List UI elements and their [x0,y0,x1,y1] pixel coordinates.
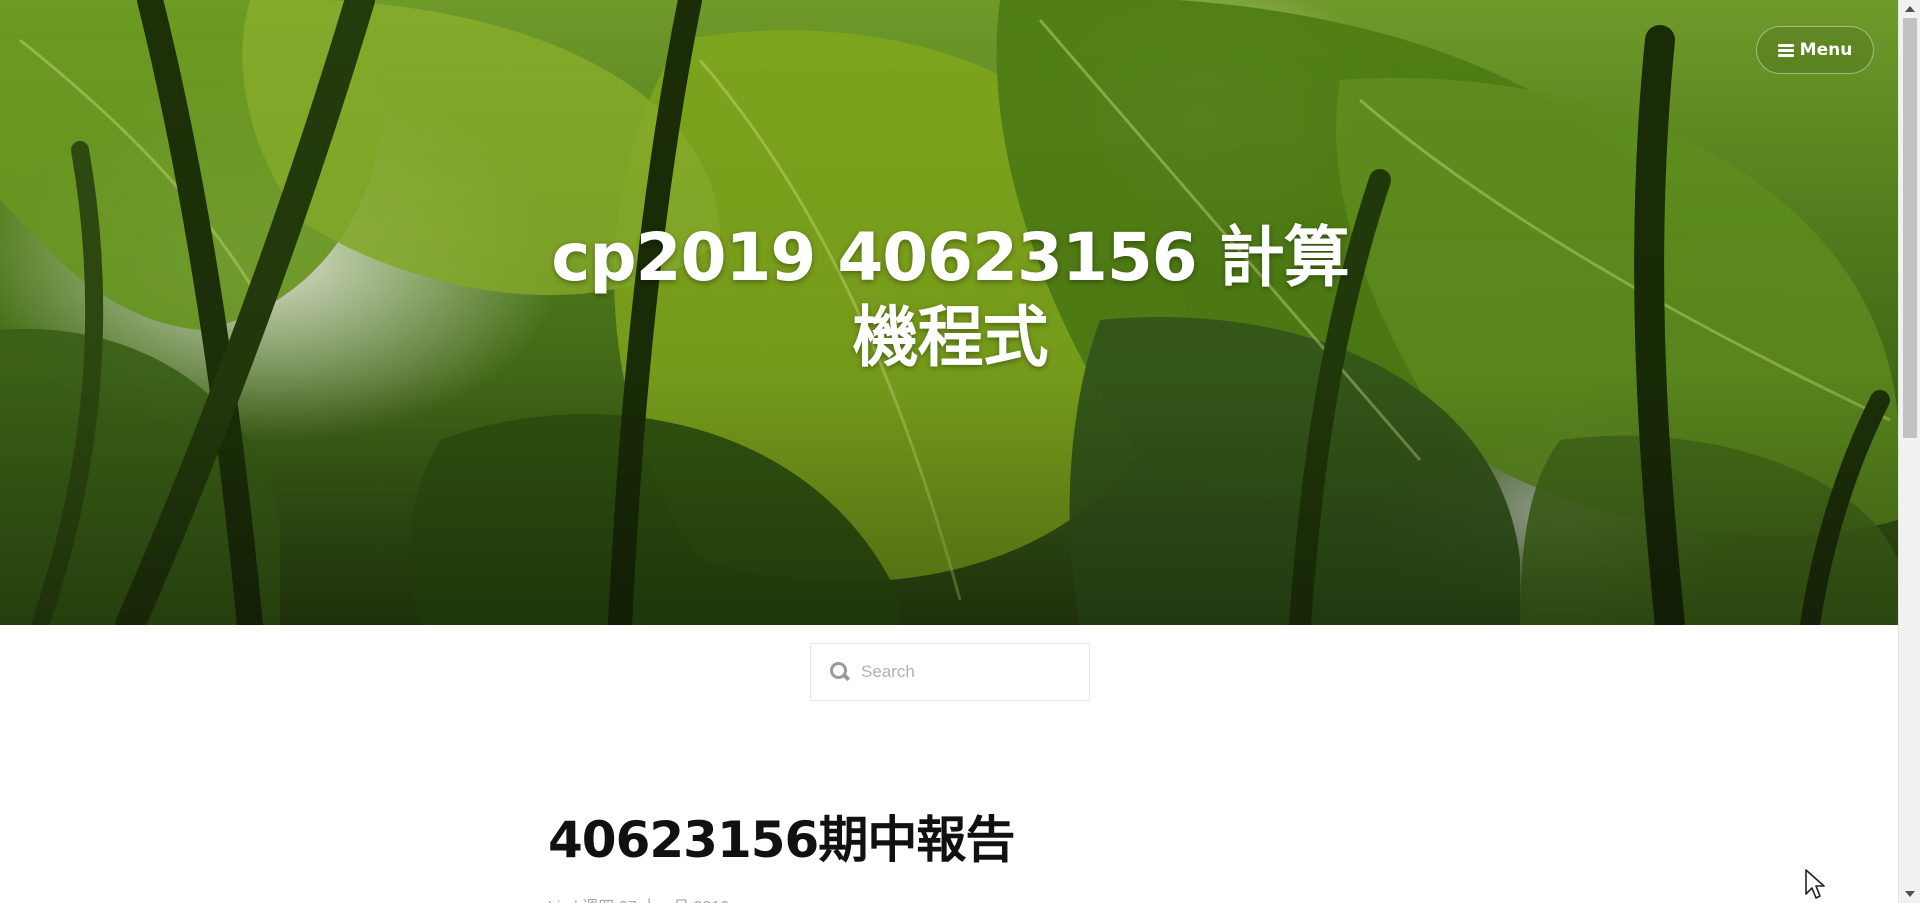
post-title[interactable]: 40623156期中報告 [548,808,1015,872]
post-meta: Lin | 週四 07 十一月 2019 [548,893,729,903]
scroll-down-arrow-icon[interactable] [1905,891,1915,897]
hero-banner: cp2019 40623156 計算機程式 Menu [0,0,1898,625]
mouse-pointer-icon [1805,869,1825,899]
page-scrollbar[interactable] [1898,0,1920,903]
search-icon [829,661,851,683]
scrollbar-thumb[interactable] [1903,18,1917,438]
menu-button-label: Menu [1799,40,1853,60]
page: cp2019 40623156 計算機程式 Menu 40623156期中報告 … [0,0,1920,903]
search-input[interactable] [861,652,1081,692]
hamburger-icon [1777,43,1794,57]
site-title[interactable]: cp2019 40623156 計算機程式 [520,218,1380,378]
scroll-up-arrow-icon[interactable] [1905,6,1915,12]
search-box[interactable] [810,643,1090,701]
menu-button[interactable]: Menu [1756,26,1874,74]
